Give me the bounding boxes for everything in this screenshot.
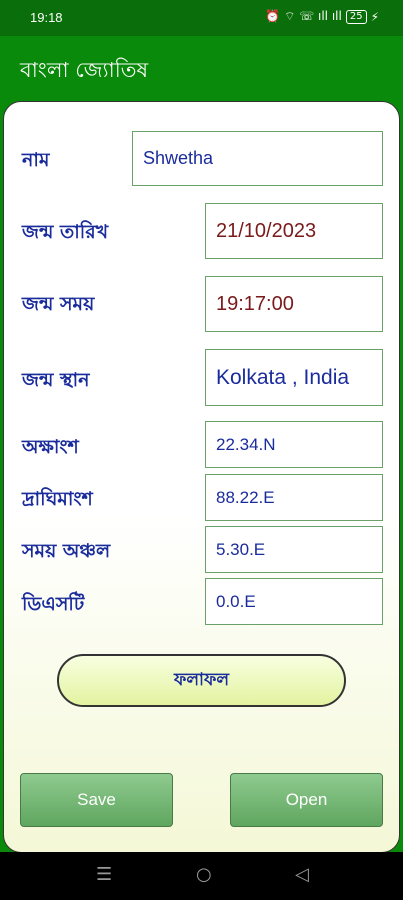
save-button[interactable]: Save: [20, 773, 173, 827]
latitude-input[interactable]: 22.34.N: [205, 421, 383, 468]
timezone-input[interactable]: 5.30.E: [205, 526, 383, 573]
status-bar: 19:18 ⏰ ⌔ ☏ ıll ıll 25 ⚡: [0, 0, 403, 36]
dst-label: ডিএসটি: [22, 593, 85, 615]
name-label: নাম: [22, 149, 50, 171]
dob-input[interactable]: 21/10/2023: [205, 203, 383, 259]
tob-input[interactable]: 19:17:00: [205, 276, 383, 332]
dob-label: জন্ম তারিখ: [22, 221, 109, 243]
latitude-label: অক্ষাংশ: [22, 436, 79, 458]
longitude-input[interactable]: 88.22.E: [205, 474, 383, 521]
status-icons: ⏰ ⌔ ☏ ıll ıll 25 ⚡: [265, 9, 379, 24]
longitude-label: দ্রাঘিমাংশ: [22, 488, 93, 510]
battery-icon: 25: [345, 9, 367, 24]
status-time: 19:18: [30, 10, 63, 25]
dst-input[interactable]: 0.0.E: [205, 578, 383, 625]
pob-label: জন্ম স্থান: [22, 369, 90, 391]
open-button[interactable]: Open: [230, 773, 383, 827]
back-icon[interactable]: ◁: [295, 864, 309, 885]
name-input[interactable]: Shwetha: [132, 131, 383, 186]
pob-input[interactable]: Kolkata , India: [205, 349, 383, 406]
timezone-label: সময় অঞ্চল: [22, 540, 111, 562]
menu-icon[interactable]: ☰: [96, 864, 112, 885]
app-bar: বাংলা জ্যোতিষ: [0, 36, 403, 100]
system-nav-bar: ☰ ○ ◁: [0, 852, 403, 900]
charging-icon: ⚡: [370, 9, 379, 24]
tob-label: জন্ম সময়: [22, 293, 95, 315]
home-icon[interactable]: ○: [196, 864, 212, 885]
status-icons-group: ⏰ ⌔ ☏ ıll ıll: [265, 9, 342, 23]
app-title: বাংলা জ্যোতিষ: [20, 58, 149, 82]
result-button[interactable]: ফলাফল: [57, 654, 346, 707]
